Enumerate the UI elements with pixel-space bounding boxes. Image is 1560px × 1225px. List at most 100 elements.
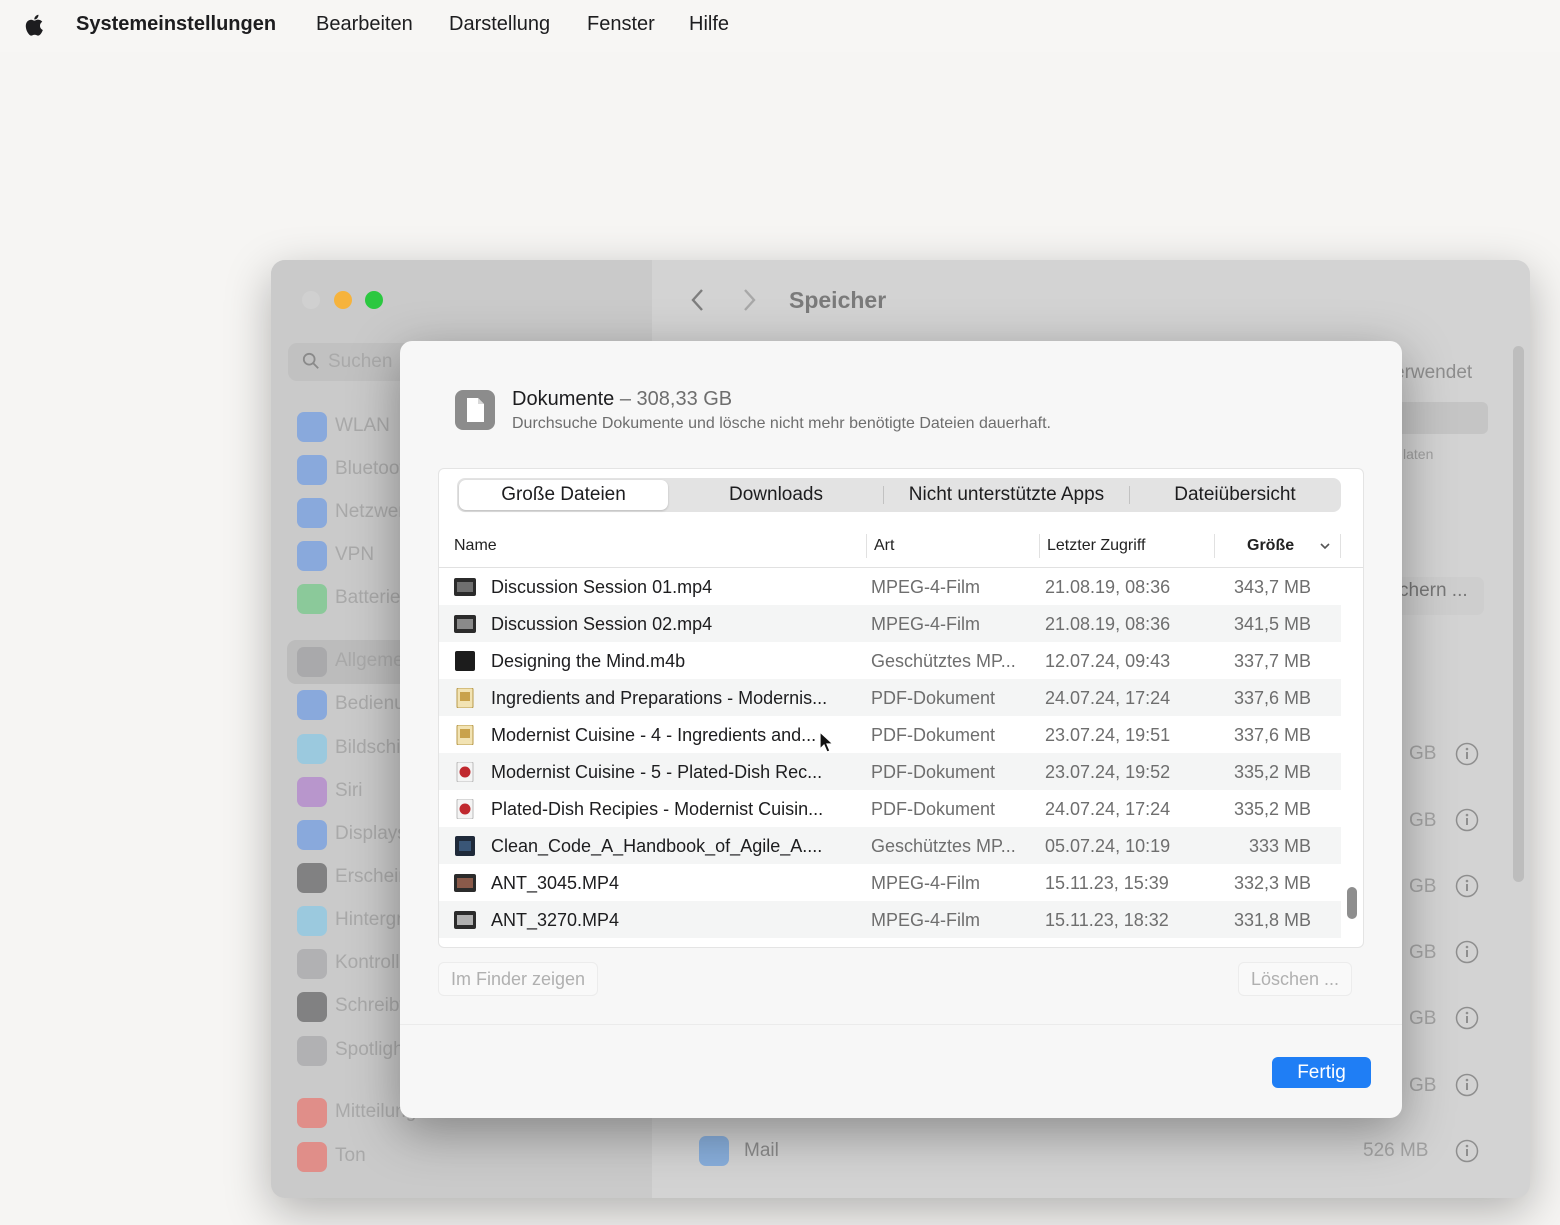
tab-unsupported-apps[interactable]: Nicht unterstützte Apps [885, 478, 1128, 512]
info-icon[interactable] [1455, 1073, 1479, 1097]
vpn-icon [297, 541, 327, 571]
file-size: 337,6 MB [1233, 688, 1311, 708]
close-window-button[interactable] [302, 291, 320, 309]
file-name: Discussion Session 02.mp4 [491, 614, 713, 634]
mail-label: Mail [744, 1140, 779, 1161]
video-icon [454, 874, 476, 892]
file-kind: Geschütztes MP... [871, 651, 1016, 671]
siri-icon [297, 777, 327, 807]
sidebar-item-label: Displays [335, 823, 407, 844]
table-row[interactable]: Discussion Session 01.mp4 MPEG-4-Film 21… [439, 568, 1341, 605]
globe-icon [297, 498, 327, 528]
storage-legend-fragment: laten [1403, 446, 1434, 462]
table-row[interactable]: ANT_3270.MP4 MPEG-4-Film 15.11.23, 18:32… [439, 901, 1341, 938]
category-size: GB [1409, 1075, 1437, 1096]
menu-bearbeiten[interactable]: Bearbeiten [316, 13, 413, 36]
column-name[interactable]: Name [454, 537, 497, 555]
file-name: Ingredients and Preparations - Modernis.… [491, 688, 828, 708]
column-separator[interactable] [866, 534, 867, 558]
list-scrollbar[interactable] [1347, 887, 1357, 919]
screensaver-icon [297, 734, 327, 764]
gear-icon [297, 647, 327, 677]
video-icon [454, 578, 476, 596]
show-in-finder-button[interactable]: Im Finder zeigen [438, 962, 599, 996]
table-row[interactable]: Plated-Dish Recipies - Modernist Cuisin.… [439, 790, 1341, 827]
info-icon[interactable] [1455, 1139, 1479, 1163]
dialog-title-text: Dokumente [512, 388, 615, 410]
file-name: Designing the Mind.m4b [491, 651, 686, 671]
dialog-subtitle: Durchsuche Dokumente und lösche nicht me… [512, 415, 1051, 432]
search-placeholder: Suchen [328, 351, 393, 372]
done-button[interactable]: Fertig [1272, 1057, 1371, 1088]
menu-fenster[interactable]: Fenster [587, 13, 655, 36]
storage-action-label: chern ... [1399, 580, 1468, 601]
info-icon[interactable] [1455, 808, 1479, 832]
footer-divider [400, 1024, 1402, 1025]
column-last-access[interactable]: Letzter Zugriff [1047, 537, 1145, 555]
sidebar-item-ton[interactable]: Ton [297, 1142, 637, 1174]
file-kind: PDF-Dokument [871, 799, 996, 819]
category-size: GB [1409, 1008, 1437, 1029]
maximize-window-button[interactable] [365, 291, 383, 309]
pdf-icon [456, 688, 474, 708]
sort-descending-icon[interactable] [1318, 539, 1332, 553]
display-icon [297, 820, 327, 850]
file-last-access: 21.08.19, 08:36 [1045, 614, 1171, 634]
notifications-icon [297, 1098, 327, 1128]
window-title: Speicher [789, 287, 887, 313]
file-size: 335,2 MB [1233, 799, 1311, 819]
info-icon[interactable] [1455, 742, 1479, 766]
tab-separator [1129, 486, 1130, 504]
tab-file-browser[interactable]: Dateiübersicht [1131, 478, 1339, 512]
delete-button[interactable]: Löschen ... [1238, 962, 1353, 996]
column-separator[interactable] [1214, 534, 1215, 558]
apple-menu-icon[interactable] [22, 12, 48, 38]
pdf-red-icon [456, 799, 474, 819]
info-icon[interactable] [1455, 940, 1479, 964]
info-icon[interactable] [1455, 874, 1479, 898]
file-kind: PDF-Dokument [871, 688, 996, 708]
video-icon [454, 911, 476, 929]
file-size: 333 MB [1248, 836, 1311, 856]
file-last-access: 21.08.19, 08:36 [1045, 577, 1171, 597]
table-row[interactable]: Modernist Cuisine - 4 - Ingredients and.… [439, 716, 1341, 753]
mouse-pointer-icon [819, 731, 835, 753]
column-separator[interactable] [1039, 534, 1040, 558]
content-scrollbar[interactable] [1513, 346, 1524, 882]
table-row[interactable]: ANT_3045.MP4 MPEG-4-Film 15.11.23, 15:39… [439, 864, 1341, 901]
search-icon [302, 352, 319, 369]
appearance-icon [297, 863, 327, 893]
wifi-icon [297, 412, 327, 442]
table-row[interactable]: Designing the Mind.m4b Geschütztes MP...… [439, 642, 1341, 679]
file-last-access: 15.11.23, 18:32 [1045, 910, 1169, 930]
table-row[interactable]: Clean_Code_A_Handbook_of_Agile_A.... Ges… [439, 827, 1341, 864]
info-icon[interactable] [1455, 1006, 1479, 1030]
tab-large-files[interactable]: Große Dateien [459, 480, 668, 510]
menu-app-name[interactable]: Systemeinstellungen [76, 13, 276, 36]
minimize-window-button[interactable] [334, 291, 352, 309]
column-size[interactable]: Größe [1247, 537, 1294, 555]
table-row[interactable]: Ingredients and Preparations - Modernis.… [439, 679, 1341, 716]
tab-downloads[interactable]: Downloads [671, 478, 881, 512]
tab-separator [883, 486, 884, 504]
file-kind: PDF-Dokument [871, 762, 996, 782]
file-last-access: 23.07.24, 19:52 [1045, 762, 1171, 782]
dialog-title: Dokumente – 308,33 GB [512, 388, 732, 411]
menu-darstellung[interactable]: Darstellung [449, 13, 550, 36]
file-size: 341,5 MB [1233, 614, 1311, 634]
table-row[interactable]: Modernist Cuisine - 5 - Plated-Dish Rec.… [439, 753, 1341, 790]
menu-hilfe[interactable]: Hilfe [689, 13, 729, 36]
table-row[interactable]: Discussion Session 02.mp4 MPEG-4-Film 21… [439, 605, 1341, 642]
forward-chevron-icon[interactable] [744, 289, 756, 311]
column-kind[interactable]: Art [874, 537, 894, 555]
files-panel: Große Dateien Downloads Nicht unterstütz… [438, 468, 1364, 948]
file-last-access: 12.07.24, 09:43 [1045, 651, 1171, 671]
sidebar-item-label: WLAN [335, 415, 390, 436]
file-last-access: 23.07.24, 19:51 [1045, 725, 1171, 745]
dialog-title-size: – 308,33 GB [619, 388, 733, 410]
segmented-tabs: Große Dateien Downloads Nicht unterstütz… [457, 478, 1341, 512]
file-last-access: 24.07.24, 17:24 [1045, 799, 1171, 819]
wallpaper-icon [297, 906, 327, 936]
back-chevron-icon[interactable] [691, 289, 703, 311]
sidebar-item-label: Spotlight [335, 1039, 409, 1060]
